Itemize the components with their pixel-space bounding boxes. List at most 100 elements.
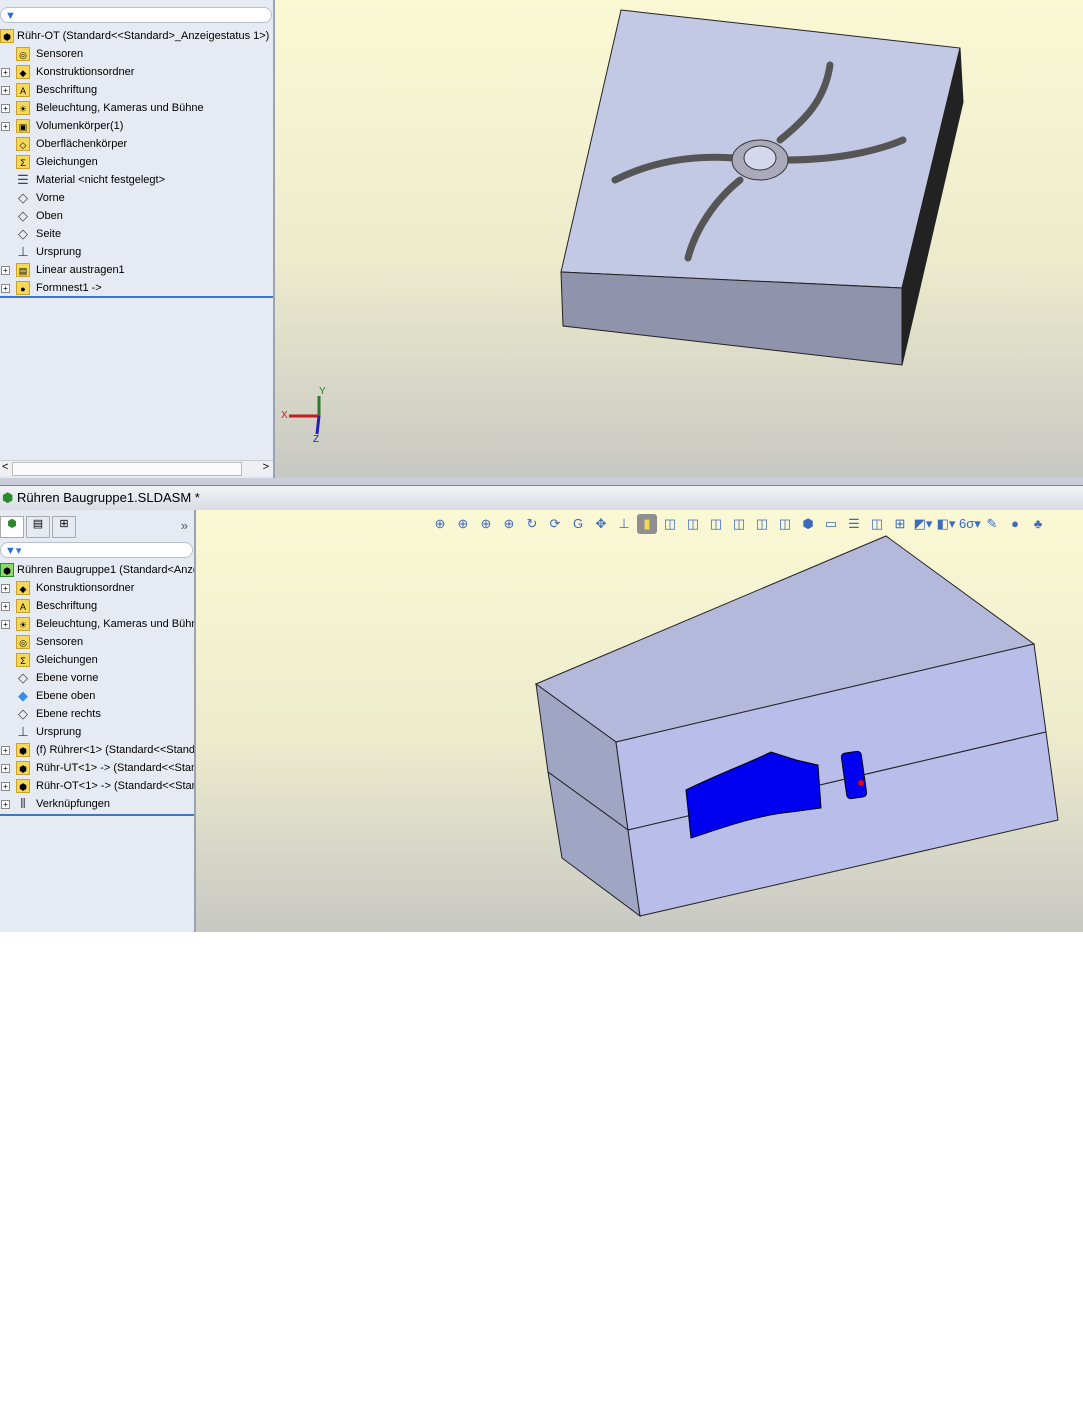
graphics-area-top[interactable]: X Y Z bbox=[275, 0, 1083, 478]
window-separator[interactable] bbox=[0, 478, 1083, 485]
roll-view-icon[interactable]: G bbox=[568, 514, 588, 534]
graphics-area-bottom[interactable] bbox=[196, 510, 1083, 932]
tree-item[interactable]: Σ Gleichungen bbox=[0, 651, 194, 669]
expand-toggle[interactable]: + bbox=[1, 782, 10, 791]
normal-to-icon[interactable]: ⊥ bbox=[614, 514, 634, 534]
view-settings-icon[interactable]: ♣ bbox=[1028, 514, 1048, 534]
tree-item[interactable]: ◎ Sensoren bbox=[0, 633, 194, 651]
plane-icon: ◇ bbox=[18, 208, 28, 223]
tree-item-label: Linear austragen1 bbox=[36, 264, 125, 276]
tree-item-label: Beleuchtung, Kameras und Bühne bbox=[36, 102, 204, 114]
tree-item-label: Ursprung bbox=[36, 246, 82, 258]
annotations-icon: A bbox=[16, 83, 30, 97]
display-style-icon[interactable]: ◧▾ bbox=[936, 514, 956, 534]
tree-item[interactable]: ◎ Sensoren bbox=[0, 45, 273, 63]
expand-toggle[interactable]: + bbox=[1, 584, 10, 593]
expand-toggle[interactable]: + bbox=[1, 620, 10, 629]
apply-scene-icon[interactable]: ● bbox=[1005, 514, 1025, 534]
front-view-icon[interactable]: ◫ bbox=[660, 514, 680, 534]
single-view-icon[interactable]: ▭ bbox=[821, 514, 841, 534]
tree-item[interactable]: + ▣ Volumenkörper(1) bbox=[0, 117, 273, 135]
expand-panel-button[interactable]: » bbox=[181, 518, 188, 533]
tree-item-label: Ursprung bbox=[36, 726, 82, 738]
tree-item[interactable]: ◇ Oben bbox=[0, 207, 273, 225]
feature-manager-tab[interactable]: ⬢ bbox=[0, 516, 24, 538]
rotate-icon[interactable]: ↻ bbox=[522, 514, 542, 534]
expand-toggle[interactable]: + bbox=[1, 266, 10, 275]
axis-x-label: X bbox=[281, 410, 288, 421]
tree-item[interactable]: + ◆ Konstruktionsordner bbox=[0, 579, 194, 597]
tree-item-label: (f) Rührer<1> (Standard<<Standard>_Anzei… bbox=[36, 744, 196, 756]
section-view-icon[interactable]: ▮ bbox=[637, 514, 657, 534]
tree-item[interactable]: + ◆ Konstruktionsordner bbox=[0, 63, 273, 81]
filter-input[interactable]: ▼▾ bbox=[0, 542, 193, 558]
tree-item-label: Ebene oben bbox=[36, 690, 96, 702]
tree-item[interactable]: + A Beschriftung bbox=[0, 81, 273, 99]
annotations-icon: A bbox=[16, 599, 30, 613]
right-view-icon[interactable]: ◫ bbox=[729, 514, 749, 534]
hide-show-items-icon[interactable]: 6σ▾ bbox=[959, 514, 981, 534]
tree-item-label: Verknüpfungen bbox=[36, 798, 111, 810]
bottom-view-icon[interactable]: ◫ bbox=[775, 514, 795, 534]
tree-item[interactable]: Σ Gleichungen bbox=[0, 153, 273, 171]
edit-appearance-icon[interactable]: ✎ bbox=[982, 514, 1002, 534]
expand-toggle[interactable]: + bbox=[1, 284, 10, 293]
material-icon: ☰ bbox=[17, 172, 29, 187]
tree-item[interactable]: ◇ Vorne bbox=[0, 189, 273, 207]
tree-item[interactable]: + ⬢ Rühr-OT<1> -> (Standard<<Standard>_Anz… bbox=[0, 777, 194, 795]
tree-item[interactable]: + ☀ Beleuchtung, Kameras und Bühne bbox=[0, 99, 273, 117]
filter-input[interactable]: ▼ bbox=[0, 7, 272, 23]
pan-icon[interactable]: ✥ bbox=[591, 514, 611, 534]
tree-item[interactable]: + ⫴ Verknüpfungen bbox=[0, 795, 194, 813]
origin-icon: ⊥ bbox=[17, 244, 29, 259]
expand-toggle[interactable]: + bbox=[1, 746, 10, 755]
tree-item[interactable]: ☰ Material <nicht festgelegt> bbox=[0, 171, 273, 189]
zoom-in-out-icon[interactable]: ⊕ bbox=[476, 514, 496, 534]
two-view-horizontal-icon[interactable]: ☰ bbox=[844, 514, 864, 534]
lights-icon: ☀ bbox=[16, 617, 30, 631]
property-manager-tab[interactable]: ▤ bbox=[26, 516, 50, 538]
tree-item[interactable]: + ● Formnest1 -> bbox=[0, 279, 273, 297]
tree-item[interactable]: ◇ Oberflächenkörper bbox=[0, 135, 273, 153]
tree-item[interactable]: + A Beschriftung bbox=[0, 597, 194, 615]
tree-item[interactable]: ◇ Ebene rechts bbox=[0, 705, 194, 723]
tree-item[interactable]: + ⬢ Rühr-UT<1> -> (Standard<<Standard>_Anz… bbox=[0, 759, 194, 777]
isometric-view-icon[interactable]: ⬢ bbox=[798, 514, 818, 534]
mold-assembly-model bbox=[534, 535, 1059, 918]
plane-icon: ◇ bbox=[18, 226, 28, 241]
horizontal-scrollbar[interactable]: < > bbox=[0, 460, 273, 476]
expand-toggle[interactable]: + bbox=[1, 86, 10, 95]
axis-z-label: Z bbox=[313, 434, 320, 445]
four-view-icon[interactable]: ⊞ bbox=[890, 514, 910, 534]
rollback-bar[interactable] bbox=[0, 814, 194, 816]
expand-toggle[interactable]: + bbox=[1, 602, 10, 611]
expand-toggle[interactable]: + bbox=[1, 800, 10, 809]
tree-item[interactable]: ◇ Seite bbox=[0, 225, 273, 243]
tree-item[interactable]: ⊥ Ursprung bbox=[0, 723, 194, 741]
tree-item-label: Ebene vorne bbox=[36, 672, 99, 684]
cavity-icon: ● bbox=[16, 281, 30, 295]
zoom-to-selection-icon[interactable]: ⊕ bbox=[499, 514, 519, 534]
top-view-icon[interactable]: ◫ bbox=[752, 514, 772, 534]
tree-item-label: Rühr-OT<1> -> (Standard<<Standard>_Anzei… bbox=[36, 780, 194, 792]
zoom-to-area-icon[interactable]: ⊕ bbox=[453, 514, 473, 534]
expand-toggle[interactable]: + bbox=[1, 122, 10, 131]
zoom-to-fit-icon[interactable]: ⊕ bbox=[430, 514, 450, 534]
tree-item[interactable]: + ⬢ (f) Rührer<1> (Standard<<Standard>_Anz… bbox=[0, 741, 194, 759]
tree-item[interactable]: ◆ Ebene oben bbox=[0, 687, 194, 705]
tree-item[interactable]: ◇ Ebene vorne bbox=[0, 669, 194, 687]
rotate-view-icon[interactable]: ⟳ bbox=[545, 514, 565, 534]
view-orientation-icon[interactable]: ◩▾ bbox=[913, 514, 933, 534]
expand-toggle[interactable]: + bbox=[1, 764, 10, 773]
expand-toggle[interactable]: + bbox=[1, 104, 10, 113]
equations-icon: Σ bbox=[16, 155, 30, 169]
two-view-vertical-icon[interactable]: ◫ bbox=[867, 514, 887, 534]
back-view-icon[interactable]: ◫ bbox=[683, 514, 703, 534]
sensor-icon: ◎ bbox=[16, 635, 30, 649]
configuration-manager-tab[interactable]: ⊞ bbox=[52, 516, 76, 538]
left-view-icon[interactable]: ◫ bbox=[706, 514, 726, 534]
tree-item[interactable]: + ☀ Beleuchtung, Kameras und Bühne bbox=[0, 615, 194, 633]
expand-toggle[interactable]: + bbox=[1, 68, 10, 77]
tree-item[interactable]: ⊥ Ursprung bbox=[0, 243, 273, 261]
tree-item[interactable]: + ▤ Linear austragen1 bbox=[0, 261, 273, 279]
